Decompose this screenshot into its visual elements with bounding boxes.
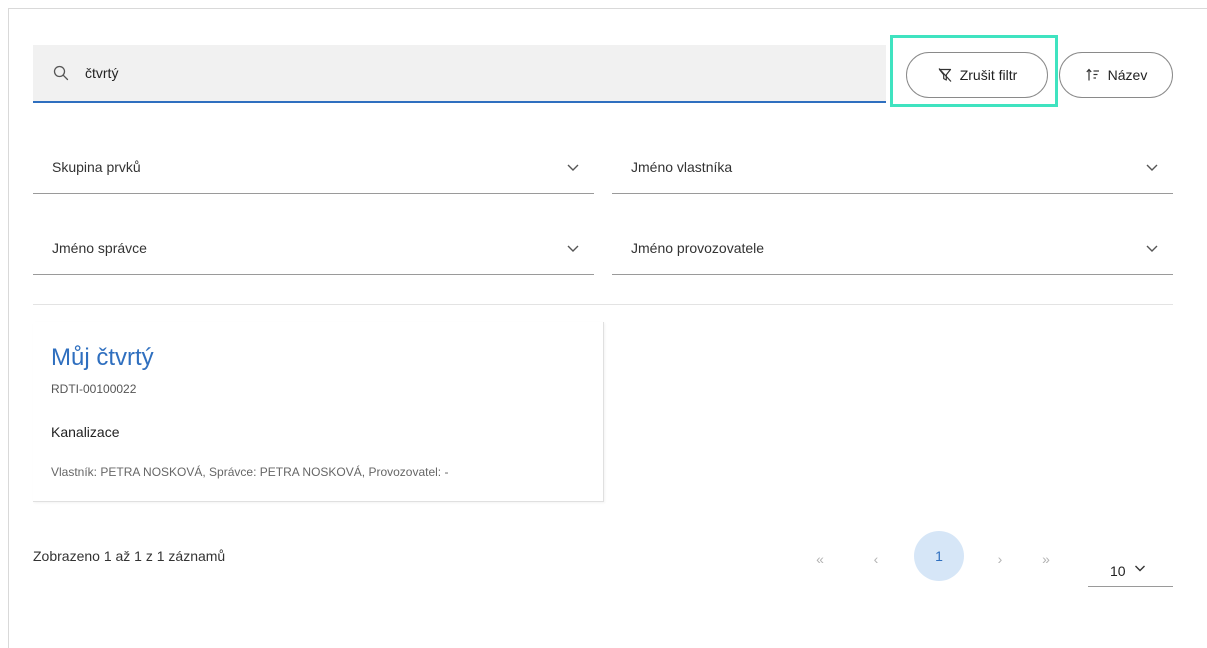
chevron-down-icon	[1145, 240, 1161, 256]
chevron-down-icon	[1134, 561, 1148, 575]
section-divider	[33, 304, 1173, 305]
last-page-button[interactable]: »	[1032, 537, 1060, 581]
next-page-button[interactable]: ›	[986, 537, 1014, 581]
sort-by-name-button[interactable]: Název	[1059, 52, 1173, 98]
current-page-button[interactable]: 1	[914, 531, 964, 581]
prev-page-button[interactable]: ‹	[862, 537, 890, 581]
first-page-button[interactable]: «	[806, 537, 834, 581]
search-input[interactable]	[85, 65, 785, 81]
owner-name-label: Jméno vlastníka	[631, 158, 733, 175]
chevron-down-icon	[566, 159, 582, 175]
result-meta: Vlastník: PETRA NOSKOVÁ, Správce: PETRA …	[51, 465, 449, 479]
clear-filter-label: Zrušit filtr	[959, 67, 1018, 83]
sort-icon	[1085, 67, 1101, 83]
manager-name-select[interactable]: Jméno správce	[33, 221, 594, 275]
result-card[interactable]: Můj čtvrtý RDTI-00100022 Kanalizace Vlas…	[33, 322, 604, 502]
manager-name-label: Jméno správce	[52, 239, 147, 256]
operator-name-label: Jméno provozovatele	[631, 239, 765, 256]
result-type: Kanalizace	[51, 424, 120, 440]
result-title-link[interactable]: Můj čtvrtý	[51, 344, 154, 372]
search-bar[interactable]	[33, 45, 886, 103]
search-icon	[53, 64, 71, 82]
clear-filter-button[interactable]: Zrušit filtr	[906, 52, 1048, 98]
operator-name-select[interactable]: Jméno provozovatele	[612, 221, 1173, 275]
element-group-label: Skupina prvků	[52, 158, 141, 175]
per-page-select[interactable]: 10	[1088, 541, 1173, 587]
chevron-down-icon	[566, 240, 582, 256]
owner-name-select[interactable]: Jméno vlastníka	[612, 140, 1173, 194]
filter-off-icon	[937, 67, 953, 83]
records-summary: Zobrazeno 1 až 1 z 1 záznamů	[33, 548, 226, 564]
result-code: RDTI-00100022	[51, 382, 137, 396]
chevron-down-icon	[1145, 159, 1161, 175]
per-page-value: 10	[1110, 562, 1126, 579]
sort-label: Název	[1107, 67, 1148, 83]
element-group-select[interactable]: Skupina prvků	[33, 140, 594, 194]
